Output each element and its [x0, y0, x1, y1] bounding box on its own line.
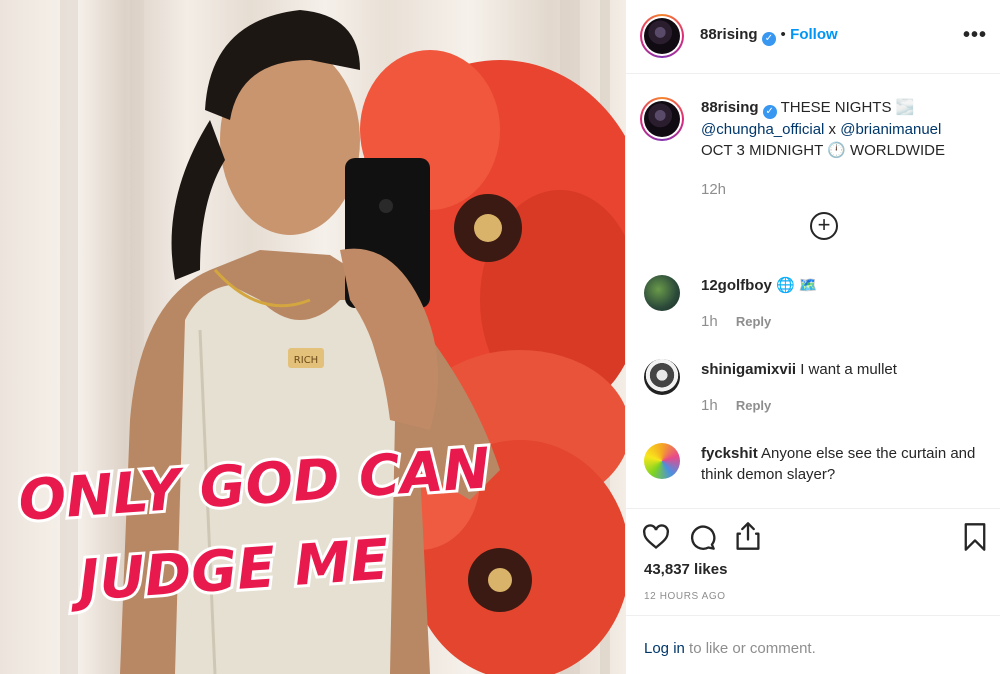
comment-avatar[interactable]	[644, 359, 680, 395]
caption-part1: THESE NIGHTS 🌫️	[780, 99, 915, 116]
comments-section[interactable]: 88rising ✓ THESE NIGHTS 🌫️ @chungha_offi…	[626, 75, 1000, 507]
caption-time[interactable]: 12h	[701, 181, 726, 198]
necklace-text: RICH	[294, 355, 318, 366]
comment-bubble-icon[interactable]	[688, 523, 716, 551]
header-name-row: 88rising ✓ • Follow	[700, 26, 838, 46]
likes-count[interactable]: 43,837 likes	[644, 561, 727, 578]
bookmark-icon[interactable]	[963, 522, 987, 552]
comment-avatar[interactable]	[644, 443, 680, 479]
comment-text: 12golfboy 🌐 🗺️	[701, 275, 986, 296]
verified-badge-icon: ✓	[762, 105, 777, 119]
reply-button[interactable]: Reply	[736, 314, 771, 329]
comment-avatar[interactable]	[644, 275, 680, 311]
post-image[interactable]: RICH ONLY GOD CAN JUDGE ME	[0, 0, 625, 674]
post-photo-illustration: RICH ONLY GOD CAN JUDGE ME	[13, 0, 625, 674]
share-icon[interactable]	[734, 521, 762, 551]
login-link[interactable]: Log in	[644, 640, 685, 657]
separator-dot: •	[780, 26, 786, 43]
caption-part2: OCT 3 MIDNIGHT 🕛 WORLDWIDE	[701, 142, 945, 159]
mention-brianimanuel[interactable]: @brianimanuel	[840, 121, 941, 138]
comment-time[interactable]: 1h	[701, 397, 718, 414]
reply-button[interactable]: Reply	[736, 398, 771, 413]
follow-button[interactable]: Follow	[790, 26, 838, 43]
load-more-comments-icon[interactable]: +	[810, 212, 838, 240]
caption-text: 88rising ✓ THESE NIGHTS 🌫️ @chungha_offi…	[701, 97, 986, 161]
verified-badge-icon: ✓	[761, 32, 776, 46]
caption-username[interactable]: 88rising	[701, 99, 759, 116]
comment-text: fyckshit Anyone else see the curtain and…	[701, 443, 986, 485]
caption-x: x	[824, 121, 841, 138]
instagram-post: RICH ONLY GOD CAN JUDGE ME 88rising ✓ • …	[0, 0, 1000, 674]
comment-body: I want a mullet	[800, 361, 897, 378]
comment-body: 🌐 🗺️	[776, 277, 818, 294]
mention-chungha[interactable]: @chungha_official	[701, 121, 824, 138]
comment-item: 12golfboy 🌐 🗺️ 1h Reply	[644, 275, 989, 339]
action-bar: 43,837 likes 12 HOURS AGO	[626, 508, 1000, 615]
more-options-icon[interactable]: •••	[963, 24, 987, 47]
comment-username[interactable]: fyckshit	[701, 445, 758, 462]
comment-meta: 1h Reply	[701, 313, 771, 330]
like-heart-icon[interactable]	[642, 523, 670, 551]
comment-text: shinigamixvii I want a mullet	[701, 359, 986, 380]
comment-username[interactable]: shinigamixvii	[701, 361, 796, 378]
caption-avatar[interactable]	[640, 97, 684, 141]
login-text: Log in to like or comment.	[644, 640, 816, 657]
comment-meta: 1h Reply	[701, 397, 771, 414]
author-avatar[interactable]	[640, 14, 684, 58]
post-header: 88rising ✓ • Follow •••	[626, 0, 1000, 74]
post-sidebar: 88rising ✓ • Follow ••• 88rising ✓ THESE…	[625, 0, 1000, 674]
author-username[interactable]: 88rising	[700, 26, 758, 43]
login-prompt: Log in to like or comment.	[626, 615, 1000, 674]
comment-username[interactable]: 12golfboy	[701, 277, 772, 294]
comment-item: fyckshit Anyone else see the curtain and…	[644, 443, 989, 507]
comment-time[interactable]: 1h	[701, 313, 718, 330]
post-timestamp[interactable]: 12 HOURS AGO	[644, 591, 726, 602]
caption: 88rising ✓ THESE NIGHTS 🌫️ @chungha_offi…	[640, 97, 989, 217]
login-rest: to like or comment.	[684, 640, 816, 657]
comment-item: shinigamixvii I want a mullet 1h Reply	[644, 359, 989, 423]
